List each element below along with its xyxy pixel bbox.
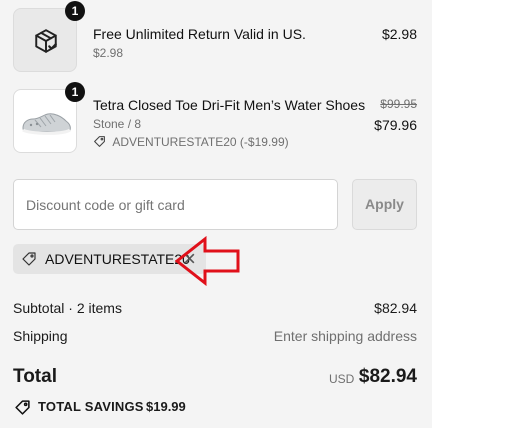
tag-icon — [94, 136, 105, 147]
item-price: $2.98 — [381, 26, 417, 42]
item-compare-price: $99.95 — [380, 97, 417, 111]
item-price: $79.96 — [374, 117, 417, 133]
item-title: Free Unlimited Return Valid in US. — [93, 26, 306, 42]
annotation-arrow-icon — [175, 236, 240, 286]
line-item: 1 Free Unlimited Return Valid in US. $2.… — [13, 1, 417, 74]
savings-label: TOTAL SAVINGS — [38, 399, 144, 414]
subtotal-label: Subtotal · 2 items — [13, 300, 122, 316]
item-discount: ADVENTURESTATE20 (-$19.99) — [93, 135, 289, 149]
total-value: $82.94 — [358, 366, 417, 387]
item-title: Tetra Closed Toe Dri-Fit Men’s Water Sho… — [93, 97, 366, 113]
total-label: Total — [13, 366, 57, 387]
total-currency: USD — [329, 372, 355, 386]
shipping-value: Enter shipping address — [273, 328, 417, 344]
item-subtitle: $2.98 — [93, 46, 124, 60]
applied-code-label: ADVENTURESTATE20 — [45, 251, 190, 267]
item-discount-label: ADVENTURESTATE20 (-$19.99) — [112, 135, 289, 149]
tag-icon — [22, 252, 36, 266]
tag-icon — [15, 400, 30, 415]
package-check-icon — [35, 29, 57, 53]
savings-value: $19.99 — [146, 399, 186, 414]
page-background — [432, 0, 514, 428]
line-item: 1 Tetra Closed Toe Dri-Fit Men’s Water S… — [13, 82, 417, 155]
discount-code-input[interactable] — [13, 179, 338, 230]
quantity-badge: 1 — [65, 82, 85, 102]
item-variant: Stone / 8 — [93, 117, 142, 131]
item-thumbnail: 1 — [13, 82, 85, 153]
apply-discount-button[interactable]: Apply — [352, 179, 417, 230]
order-summary-panel: 1 Free Unlimited Return Valid in US. $2.… — [0, 0, 432, 428]
shipping-label: Shipping — [13, 328, 68, 344]
subtotal-value: $82.94 — [374, 300, 417, 316]
water-shoes-image — [22, 113, 71, 135]
quantity-badge: 1 — [65, 1, 85, 21]
item-thumbnail: 1 — [13, 1, 85, 72]
